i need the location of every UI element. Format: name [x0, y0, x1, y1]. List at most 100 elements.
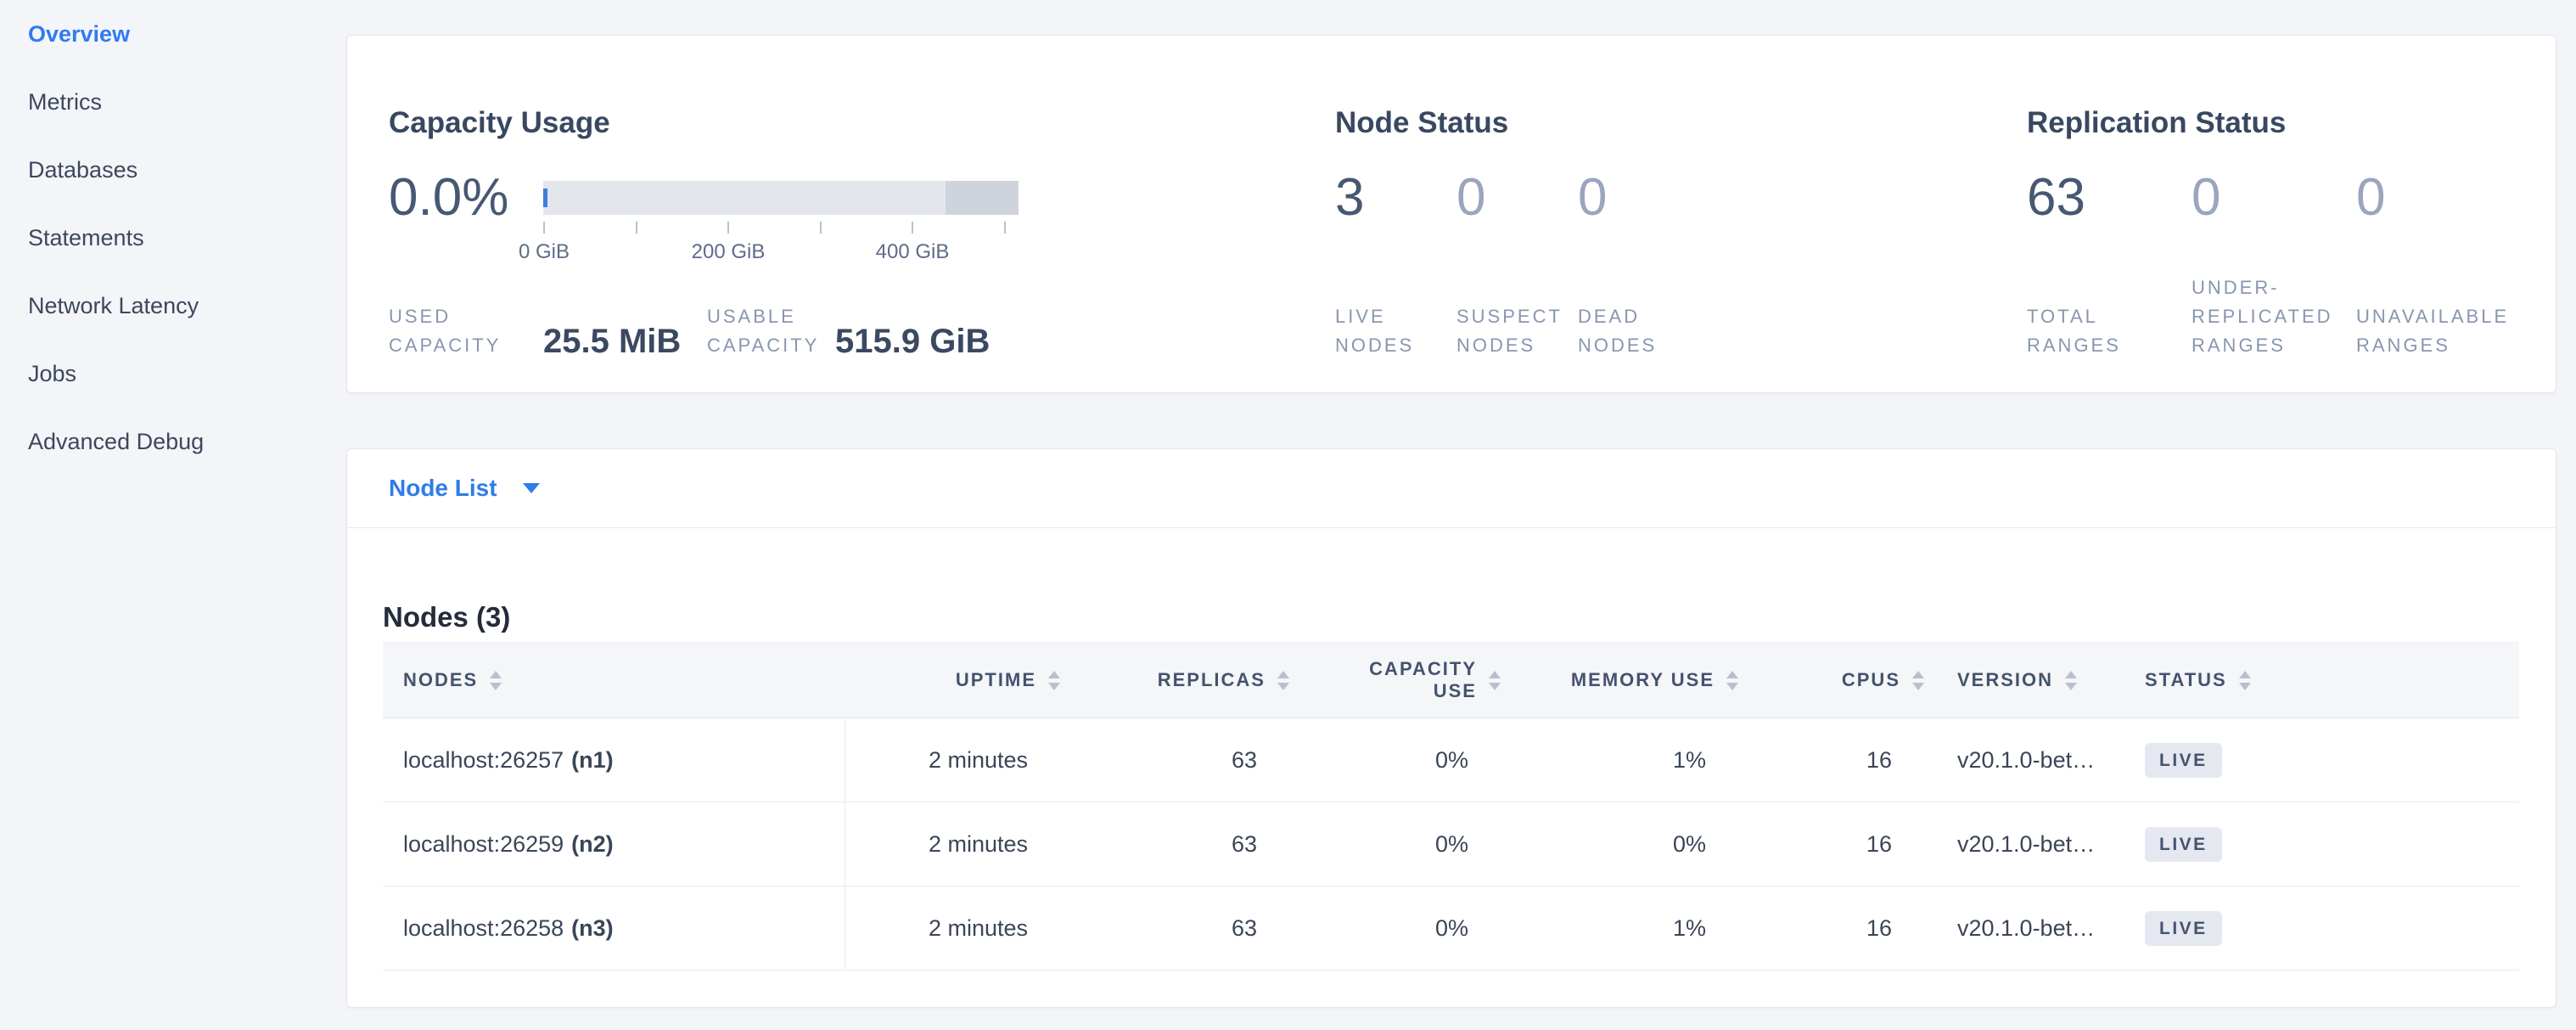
memory-use-cell: 1% — [1501, 886, 1738, 970]
sidebar-item-advanced-debug[interactable]: Advanced Debug — [0, 408, 346, 476]
chevron-down-icon — [523, 483, 540, 493]
cpus-cell: 16 — [1738, 718, 1924, 802]
column-header-uptime[interactable]: UPTIME — [845, 643, 1060, 718]
suspect-nodes-label: SUSPECT NODES — [1456, 302, 1578, 360]
sidebar-item-jobs[interactable]: Jobs — [0, 340, 346, 408]
live-nodes-count: 3 — [1335, 170, 1456, 226]
node-host: localhost:26259 — [403, 831, 564, 858]
capacity-used-percent: 0.0% — [389, 170, 508, 226]
uptime-cell: 2 minutes — [845, 886, 1060, 970]
replication-numbers: 63 0 0 — [2027, 170, 2521, 226]
uptime-cell: 2 minutes — [845, 718, 1060, 802]
sort-icon — [490, 671, 502, 690]
replication-status-title: Replication Status — [2027, 106, 2286, 140]
axis-tick — [636, 222, 637, 234]
sort-icon — [1912, 671, 1924, 690]
capacity-use-cell: 0% — [1289, 886, 1501, 970]
replication-labels: TOTAL RANGES UNDER-REPLICATED RANGES UNA… — [2027, 273, 2521, 360]
node-host: localhost:26258 — [403, 915, 564, 942]
usable-capacity-value: 515.9 GiB — [835, 323, 990, 360]
capacity-usage-title: Capacity Usage — [389, 106, 610, 140]
capacity-use-cell: 0% — [1289, 718, 1501, 802]
replicas-cell: 63 — [1060, 718, 1289, 802]
replicas-cell: 63 — [1060, 802, 1289, 886]
column-header-replicas[interactable]: REPLICAS — [1060, 643, 1289, 718]
unavailable-ranges-count: 0 — [2356, 170, 2521, 226]
sort-icon — [1489, 671, 1501, 690]
unavailable-ranges-label: UNAVAILABLE RANGES — [2356, 302, 2521, 360]
node-list-card: Node List Nodes (3) NODES UPTIME REPLICA… — [346, 448, 2556, 1008]
status-badge: LIVE — [2145, 827, 2222, 862]
nodes-count-heading: Nodes (3) — [383, 601, 510, 633]
axis-label-0gib: 0 GiB — [476, 240, 612, 264]
node-host: localhost:26257 — [403, 747, 564, 774]
axis-tick — [820, 222, 822, 234]
node-id: (n1) — [571, 747, 614, 774]
column-header-memory-use[interactable]: MEMORY USE — [1501, 643, 1738, 718]
usable-capacity-label: USABLE CAPACITY — [707, 302, 835, 360]
nodes-table: NODES UPTIME REPLICAS CAPACITY USE MEMOR… — [383, 642, 2519, 971]
node-name-cell: localhost:26259 (n2) — [383, 802, 845, 886]
node-status-title: Node Status — [1335, 106, 1508, 140]
node-name-cell: localhost:26258 (n3) — [383, 886, 845, 970]
version-cell: v20.1.0-bet… — [1924, 718, 2145, 802]
used-capacity-label: USED CAPACITY — [389, 302, 543, 360]
sidebar-item-overview[interactable]: Overview — [0, 0, 346, 68]
axis-tick — [543, 222, 545, 234]
capacity-use-cell: 0% — [1289, 802, 1501, 886]
total-ranges-label: TOTAL RANGES — [2027, 302, 2192, 360]
sort-icon — [1048, 671, 1060, 690]
memory-use-cell: 0% — [1501, 802, 1738, 886]
column-header-status[interactable]: STATUS — [2145, 643, 2519, 718]
cpus-cell: 16 — [1738, 886, 1924, 970]
status-badge: LIVE — [2145, 911, 2222, 946]
sidebar: Overview Metrics Databases Statements Ne… — [0, 0, 346, 476]
column-header-capacity-use[interactable]: CAPACITY USE — [1289, 643, 1501, 718]
capacity-bar-used-segment — [543, 189, 547, 207]
sort-icon — [2065, 671, 2077, 690]
under-replicated-ranges-label: UNDER-REPLICATED RANGES — [2192, 273, 2356, 360]
axis-label-400gib: 400 GiB — [845, 240, 980, 264]
total-ranges-count: 63 — [2027, 170, 2192, 226]
capacity-usage-bar: 0 GiB 200 GiB 400 GiB — [543, 181, 1019, 215]
version-cell: v20.1.0-bet… — [1924, 802, 2145, 886]
node-list-dropdown[interactable]: Node List — [389, 475, 540, 502]
status-badge: LIVE — [2145, 743, 2222, 778]
axis-tick — [1004, 222, 1006, 234]
table-row[interactable]: localhost:26257 (n1) 2 minutes 63 0% 1% … — [383, 718, 2519, 802]
node-name-cell: localhost:26257 (n1) — [383, 718, 845, 802]
capacity-bar-reserved-segment — [946, 181, 1019, 215]
column-header-cpus[interactable]: CPUS — [1738, 643, 1924, 718]
dead-nodes-label: DEAD NODES — [1578, 302, 1699, 360]
sidebar-item-statements[interactable]: Statements — [0, 204, 346, 272]
table-row[interactable]: localhost:26258 (n3) 2 minutes 63 0% 1% … — [383, 886, 2519, 971]
memory-use-cell: 1% — [1501, 718, 1738, 802]
sort-icon — [1726, 671, 1738, 690]
status-cell: LIVE — [2145, 802, 2519, 886]
cluster-summary-card: Capacity Usage 0.0% 0 GiB 200 GiB 400 Gi… — [346, 35, 2556, 393]
live-nodes-label: LIVE NODES — [1335, 302, 1456, 360]
column-header-version[interactable]: VERSION — [1924, 643, 2145, 718]
uptime-cell: 2 minutes — [845, 802, 1060, 886]
used-capacity-value: 25.5 MiB — [543, 323, 707, 360]
dead-nodes-count: 0 — [1578, 170, 1699, 226]
overview-page: Overview Metrics Databases Statements Ne… — [0, 0, 2576, 1030]
suspect-nodes-count: 0 — [1456, 170, 1578, 226]
sidebar-item-network-latency[interactable]: Network Latency — [0, 272, 346, 340]
axis-label-200gib: 200 GiB — [660, 240, 796, 264]
replicas-cell: 63 — [1060, 886, 1289, 970]
table-row[interactable]: localhost:26259 (n2) 2 minutes 63 0% 0% … — [383, 802, 2519, 886]
axis-tick — [912, 222, 913, 234]
sort-icon — [1277, 671, 1289, 690]
node-status-numbers: 3 0 0 — [1335, 170, 1699, 226]
column-header-nodes[interactable]: NODES — [383, 643, 845, 718]
node-list-dropdown-label: Node List — [389, 475, 497, 502]
under-replicated-ranges-count: 0 — [2192, 170, 2356, 226]
status-cell: LIVE — [2145, 886, 2519, 970]
axis-tick — [727, 222, 729, 234]
sidebar-item-databases[interactable]: Databases — [0, 136, 346, 204]
sort-icon — [2239, 671, 2251, 690]
sidebar-item-metrics[interactable]: Metrics — [0, 68, 346, 136]
status-cell: LIVE — [2145, 718, 2519, 802]
node-list-toolbar: Node List — [347, 449, 2556, 528]
